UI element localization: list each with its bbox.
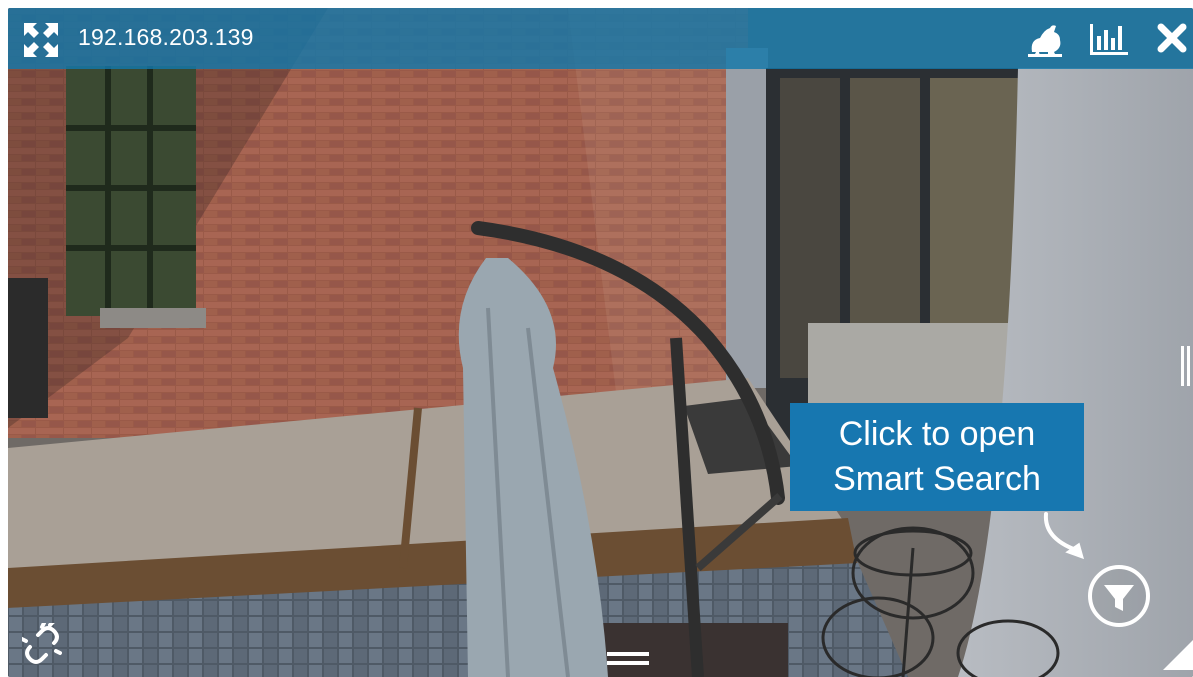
smart-search-callout: Click to open Smart Search xyxy=(790,403,1084,511)
camera-feed-image xyxy=(8,8,1193,677)
side-panel-handle[interactable] xyxy=(1180,344,1192,390)
resize-handle-icon[interactable] xyxy=(1163,640,1193,670)
camera-view: 192.168.203.139 Click to open Smart Sear… xyxy=(8,8,1193,677)
callout-line-2: Smart Search xyxy=(833,460,1041,498)
smart-search-filter-icon[interactable] xyxy=(1086,563,1152,629)
callout-line-1: Click to open xyxy=(838,415,1036,453)
stats-icon[interactable] xyxy=(1090,22,1128,56)
menu-icon[interactable] xyxy=(605,648,651,674)
camera-toolbar: 192.168.203.139 xyxy=(8,8,1193,69)
rabbit-icon[interactable] xyxy=(1026,22,1064,58)
callout-arrow-icon xyxy=(1043,512,1085,560)
link-icon[interactable] xyxy=(22,623,62,667)
expand-icon[interactable] xyxy=(24,23,58,57)
camera-title: 192.168.203.139 xyxy=(78,24,254,50)
close-icon[interactable] xyxy=(1156,22,1188,54)
